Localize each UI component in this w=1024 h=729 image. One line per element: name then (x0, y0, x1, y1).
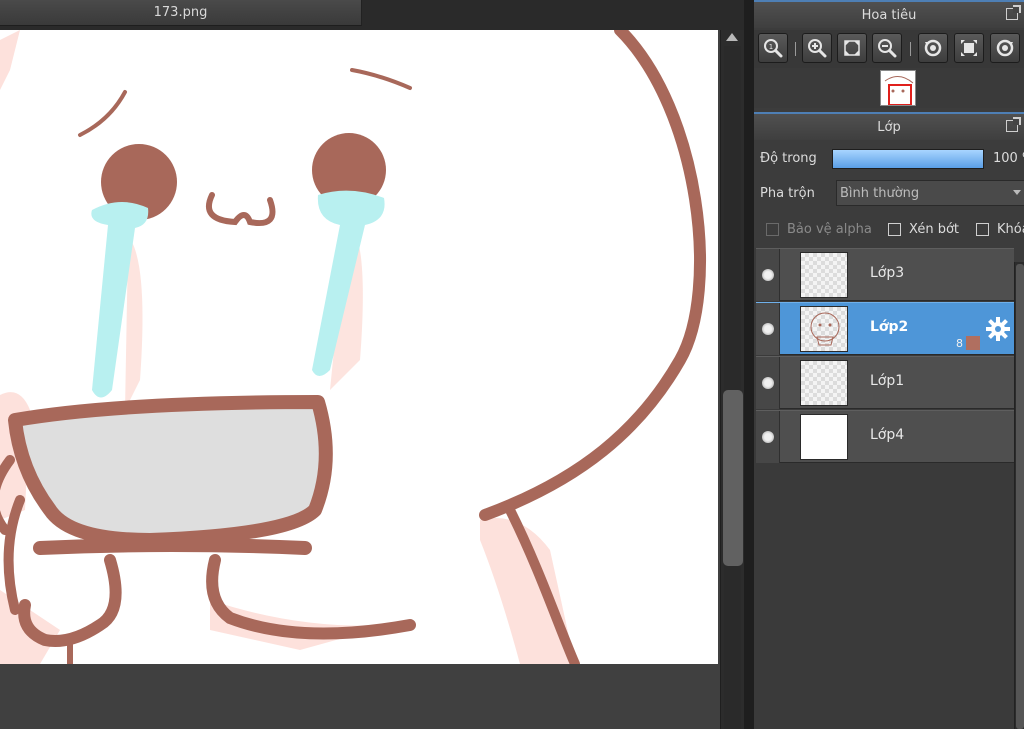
checkbox-box[interactable] (976, 223, 989, 236)
zoom-out-icon (878, 39, 897, 58)
layer-list: Lớp3 Lớp2 8 Lớp1 Lớp4 (754, 248, 1014, 729)
panel-splitter[interactable] (744, 0, 754, 729)
navigator-toolbar: 1 (754, 30, 1024, 68)
canvas-area[interactable] (0, 30, 720, 729)
drawing-canvas[interactable] (0, 30, 718, 664)
zoom-out-button[interactable] (872, 33, 902, 63)
visibility-toggle[interactable] (756, 303, 780, 355)
svg-text:1: 1 (769, 43, 773, 51)
layer-name: Lớp1 (870, 373, 905, 389)
layers-panel-header: Lớp (754, 112, 1024, 140)
toolbar-separator (795, 42, 796, 56)
layer-thumbnail-art (810, 312, 840, 346)
blend-mode-value: Bình thường (840, 186, 920, 201)
eye-icon[interactable] (762, 431, 774, 443)
document-tab[interactable]: 173.png (0, 0, 362, 26)
clipping-checkbox[interactable]: Xén bớt (888, 222, 959, 237)
eye-icon[interactable] (762, 377, 774, 389)
layer-row[interactable]: Lớp3 (756, 248, 1014, 301)
scrollbar-thumb[interactable] (723, 390, 743, 566)
layer-thumbnail (800, 252, 848, 298)
rotate-left-icon (924, 39, 942, 57)
navigator-thumbnail[interactable] (880, 70, 916, 106)
layer-badge-number: 8 (956, 337, 963, 350)
protect-alpha-label: Bảo vệ alpha (787, 222, 872, 237)
layer-row[interactable]: Lớp1 (756, 356, 1014, 409)
layer-thumbnail (800, 414, 848, 460)
scrollbar-track[interactable] (724, 46, 741, 729)
zoom-in-button[interactable] (802, 33, 832, 63)
blend-mode-select[interactable]: Bình thường (836, 180, 1024, 206)
visibility-toggle[interactable] (756, 357, 780, 409)
rotate-left-button[interactable] (918, 33, 948, 63)
opacity-row: Độ trong 100 % (754, 144, 1024, 174)
canvas-artwork (0, 30, 706, 664)
document-tab-bar: 173.png (0, 0, 752, 30)
opacity-value: 100 % (993, 151, 1024, 166)
navigator-title: Hoa tiêu (861, 7, 917, 23)
checkbox-box[interactable] (888, 223, 901, 236)
scrollbar-thumb[interactable] (1016, 264, 1024, 729)
paint-app-window: 173.png Hoa tiêu 1 Lớp Độ trong 100 Pha … (0, 0, 1024, 729)
navigator-preview[interactable] (754, 68, 1024, 108)
zoom-actual-button[interactable]: 1 (758, 33, 788, 63)
layer-name: Lớp3 (870, 265, 905, 281)
navigator-panel-header: Hoa tiêu (754, 0, 1024, 28)
opacity-label: Độ trong (760, 151, 817, 166)
document-tab-title: 173.png (153, 5, 208, 20)
blend-row: Pha trộn Bình thường (754, 178, 1024, 208)
rotate-right-icon (996, 39, 1014, 57)
lock-checkbox[interactable]: Khóa (976, 222, 1024, 237)
layer-list-scrollbar[interactable] (1014, 262, 1024, 729)
zoom-in-icon (808, 39, 827, 58)
checkbox-box[interactable] (766, 223, 779, 236)
right-panel: Hoa tiêu 1 Lớp Độ trong 100 Pha trộn Bìn… (754, 0, 1024, 729)
layer-name: Lớp2 (870, 319, 909, 335)
clipping-label: Xén bớt (909, 222, 959, 237)
fit-screen-button[interactable] (837, 33, 867, 63)
reset-rotation-icon (961, 40, 977, 56)
gear-icon[interactable] (985, 316, 1011, 342)
fit-screen-icon (844, 40, 860, 56)
layers-title: Lớp (877, 119, 901, 135)
layer-name: Lớp4 (870, 427, 905, 443)
layer-row-selected[interactable]: Lớp2 8 (756, 302, 1014, 355)
toolbar-separator (910, 42, 911, 56)
scroll-up-arrow-icon[interactable] (726, 33, 738, 41)
visibility-toggle[interactable] (756, 411, 780, 463)
popout-icon[interactable] (1006, 5, 1021, 20)
opacity-slider[interactable] (832, 149, 984, 169)
visibility-toggle[interactable] (756, 249, 780, 301)
popout-icon[interactable] (1006, 117, 1021, 132)
layer-thumbnail (800, 360, 848, 406)
layer-color-swatch (966, 336, 980, 350)
rotate-right-button[interactable] (990, 33, 1020, 63)
lock-label: Khóa (997, 222, 1024, 237)
eye-icon[interactable] (762, 269, 774, 281)
protect-alpha-checkbox[interactable]: Bảo vệ alpha (766, 222, 872, 237)
eye-icon[interactable] (762, 323, 774, 335)
navigator-thumbnail-art (884, 76, 914, 105)
layer-options-row: Bảo vệ alpha Xén bớt Khóa (754, 216, 1024, 244)
layer-row[interactable]: Lớp4 (756, 410, 1014, 463)
canvas-vertical-scrollbar[interactable] (720, 30, 744, 729)
layer-thumbnail (800, 306, 848, 352)
zoom-actual-icon: 1 (764, 39, 783, 58)
chevron-down-icon (1013, 190, 1021, 195)
reset-rotation-button[interactable] (954, 33, 984, 63)
blend-label: Pha trộn (760, 186, 815, 201)
